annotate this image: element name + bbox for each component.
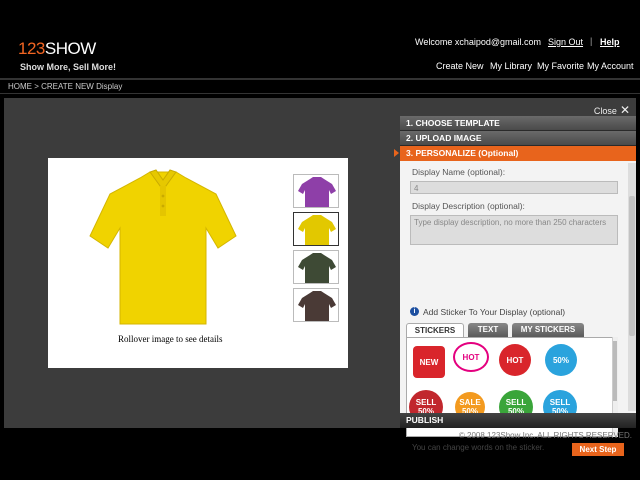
sticker-new[interactable]: NEW [413,346,445,378]
arrow-right-icon [394,149,399,157]
step-upload-image[interactable]: 2. UPLOAD IMAGE [400,131,636,146]
editor-stage: Close ✕ Rollover image to see details 1. … [4,98,636,456]
welcome-text: Welcome xchaipod@gmail.com [415,37,542,47]
logo[interactable]: 123SHOW [18,39,96,59]
main-shirt-image [89,169,237,325]
help-link[interactable]: Help [600,37,620,47]
breadcrumb: HOME > CREATE NEW Display [0,80,640,94]
sticker-50-blue[interactable]: 50% [545,344,577,376]
thumb-yellow-shirt[interactable] [293,212,339,246]
shirt-thumb-icon [298,291,336,321]
nav-create-new[interactable]: Create New [436,61,484,71]
shirt-thumb-icon [298,215,336,245]
next-step-button[interactable]: Next Step [572,443,624,456]
tab-stickers[interactable]: STICKERS [406,323,464,337]
thumb-olive-shirt[interactable] [293,250,339,284]
sign-out-link[interactable]: Sign Out [548,37,583,47]
step-publish[interactable]: PUBLISH [400,413,636,428]
nav-my-account[interactable]: My Account [587,61,634,71]
info-icon: i [410,307,419,316]
step-choose-template[interactable]: 1. CHOOSE TEMPLATE [400,116,636,131]
header-separator: | [590,36,593,46]
breadcrumb-text[interactable]: HOME > CREATE NEW Display [8,82,122,91]
tab-text[interactable]: TEXT [468,323,508,337]
display-desc-input[interactable]: Type display description, no more than 2… [410,215,618,245]
copyright: © 2008 123Show Inc. ALL RIGHTS RESERVED. [458,431,632,440]
shirt-thumb-icon [298,177,336,207]
nav-my-library[interactable]: My Library [490,61,532,71]
thumb-brown-shirt[interactable] [293,288,339,322]
sticker-hot-pink[interactable]: HOT [453,342,489,372]
preview-canvas: Rollover image to see details [48,158,348,368]
tab-my-stickers[interactable]: MY STICKERS [512,323,584,337]
thumb-purple-shirt[interactable] [293,174,339,208]
wizard-panel: 1. CHOOSE TEMPLATE 2. UPLOAD IMAGE 3. PE… [394,116,636,456]
close-icon: ✕ [619,103,630,117]
nav-my-favorite[interactable]: My Favorite [537,61,584,71]
step-personalize[interactable]: 3. PERSONALIZE (Optional) [394,146,636,161]
rollover-hint: Rollover image to see details [118,334,223,344]
tagline: Show More, Sell More! [20,62,117,72]
display-name-label: Display Name (optional): [412,167,506,177]
display-desc-label: Display Description (optional): [412,201,525,211]
sticker-tip: You can change words on the sticker. [412,443,545,452]
header: 123SHOW Show More, Sell More! Welcome xc… [0,0,640,78]
sticker-heading: Add Sticker To Your Display (optional) [423,307,566,317]
sticker-scroll-thumb[interactable] [613,341,617,401]
display-name-input[interactable]: 4 [410,181,618,194]
shirt-thumb-icon [298,253,336,283]
panel-scroll-thumb[interactable] [629,196,635,336]
personalize-content: Display Name (optional): 4 Display Descr… [400,163,628,456]
close-button[interactable]: Close ✕ [594,103,630,117]
sticker-hot-red[interactable]: HOT [499,344,531,376]
